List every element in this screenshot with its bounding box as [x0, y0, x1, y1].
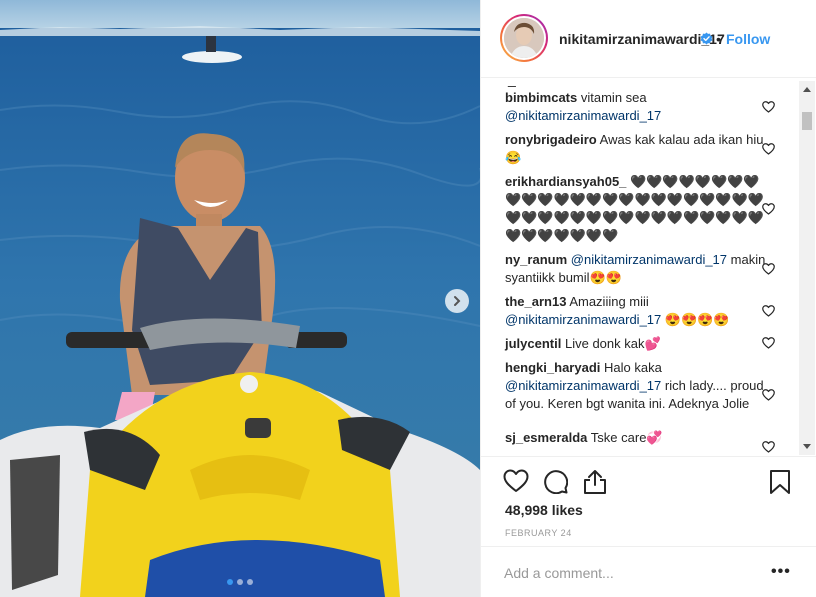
scroll-up-arrow-icon[interactable]: [799, 81, 815, 97]
comment-button[interactable]: [543, 469, 569, 497]
comment-like-heart-icon[interactable]: [762, 441, 775, 453]
more-options-button[interactable]: •••: [771, 563, 791, 581]
comment-item: erikhardiansyah05_ 🖤🖤🖤🖤🖤🖤🖤🖤🖤🖤🖤🖤🖤🖤🖤🖤🖤🖤🖤🖤🖤…: [505, 173, 767, 245]
bookmark-icon: [770, 470, 790, 494]
comment-like-heart-icon[interactable]: [762, 337, 775, 349]
comment-input[interactable]: [504, 563, 754, 583]
save-button[interactable]: [769, 469, 791, 498]
comment-text: Amaziiing miii: [569, 294, 649, 309]
comment-text: 😍😍😍😍: [661, 312, 730, 327]
post-photo[interactable]: [0, 0, 480, 597]
comment-item: hengki_haryadi Halo kaka @nikitamirzanim…: [505, 359, 767, 413]
comment-username[interactable]: the_arn13: [505, 294, 566, 309]
comment-text: vitamin sea: [580, 90, 647, 105]
comment-item: bimbimcats vitamin sea @nikitamirzanimaw…: [505, 89, 767, 125]
comment-like-heart-icon[interactable]: [762, 143, 775, 155]
comment-like-heart-icon[interactable]: [762, 203, 775, 215]
comment-item: julycentil Live donk kak💕: [505, 335, 767, 353]
carousel-indicator: [0, 579, 480, 585]
add-comment-bar: •••: [481, 546, 816, 597]
comment-item: ronybrigadeiro Awas kak kalau ada ikan h…: [505, 131, 767, 167]
carousel-dot: [237, 579, 243, 585]
comment-item: sj_esmeralda Tske care💞: [505, 429, 767, 447]
comment-like-heart-icon[interactable]: [762, 389, 775, 401]
comment-mention-link[interactable]: @nikitamirzanimawardi_17: [505, 312, 661, 327]
post-side-panel: nikitamirzanimawardi_17 • Follow _ bimbi…: [480, 0, 816, 597]
comment-like-heart-icon[interactable]: [762, 263, 775, 275]
comment-text: Halo kaka: [604, 360, 662, 375]
scrollbar-thumb[interactable]: [802, 112, 812, 130]
next-photo-button[interactable]: [445, 289, 469, 313]
comment-text: Tske care💞: [590, 430, 663, 445]
carousel-dot: [227, 579, 233, 585]
like-button[interactable]: [503, 469, 529, 496]
comment-username[interactable]: bimbimcats: [505, 90, 577, 105]
share-upload-icon: [584, 470, 606, 494]
comment-username[interactable]: julycentil: [505, 336, 561, 351]
comment-item: the_arn13 Amaziiing miii @nikitamirzanim…: [505, 293, 767, 329]
post-actions: 48,998 likes FEBRUARY 24: [481, 456, 816, 546]
speech-bubble-icon: [544, 470, 569, 495]
comment-username[interactable]: hengki_haryadi: [505, 360, 600, 375]
truncated-text: _: [508, 79, 516, 87]
post-header: nikitamirzanimawardi_17 • Follow: [481, 0, 816, 78]
carousel-dot: [247, 579, 253, 585]
avatar[interactable]: [500, 14, 548, 62]
post-date[interactable]: FEBRUARY 24: [505, 528, 572, 538]
verified-badge-icon: [700, 32, 713, 45]
comment-mention-link[interactable]: @nikitamirzanimawardi_17: [505, 378, 661, 393]
comment-username[interactable]: ny_ranum: [505, 252, 567, 267]
chevron-right-icon: [454, 296, 461, 306]
comment-username[interactable]: ronybrigadeiro: [505, 132, 597, 147]
jetski-photo: [0, 0, 480, 597]
comment-username[interactable]: sj_esmeralda: [505, 430, 587, 445]
comment-like-heart-icon[interactable]: [762, 101, 775, 113]
heart-outline-icon: [503, 469, 529, 492]
follow-button[interactable]: Follow: [726, 31, 770, 47]
comment-mention-link[interactable]: @nikitamirzanimawardi_17: [571, 252, 727, 267]
share-button[interactable]: [583, 469, 607, 498]
header-separator: •: [716, 31, 721, 47]
comment-mention-link[interactable]: @nikitamirzanimawardi_17: [505, 108, 661, 123]
comments-scrollbar[interactable]: [799, 81, 815, 455]
scroll-down-arrow-icon[interactable]: [799, 439, 815, 455]
comments-list[interactable]: _ bimbimcats vitamin sea @nikitamirzanim…: [481, 79, 816, 456]
comment-username[interactable]: erikhardiansyah05_: [505, 174, 626, 189]
comment-like-heart-icon[interactable]: [762, 305, 775, 317]
likes-count[interactable]: 48,998 likes: [505, 502, 583, 518]
comment-item: ny_ranum @nikitamirzanimawardi_17 makin …: [505, 251, 767, 287]
comment-text: Live donk kak💕: [564, 336, 661, 351]
avatar-photo: [504, 18, 544, 58]
